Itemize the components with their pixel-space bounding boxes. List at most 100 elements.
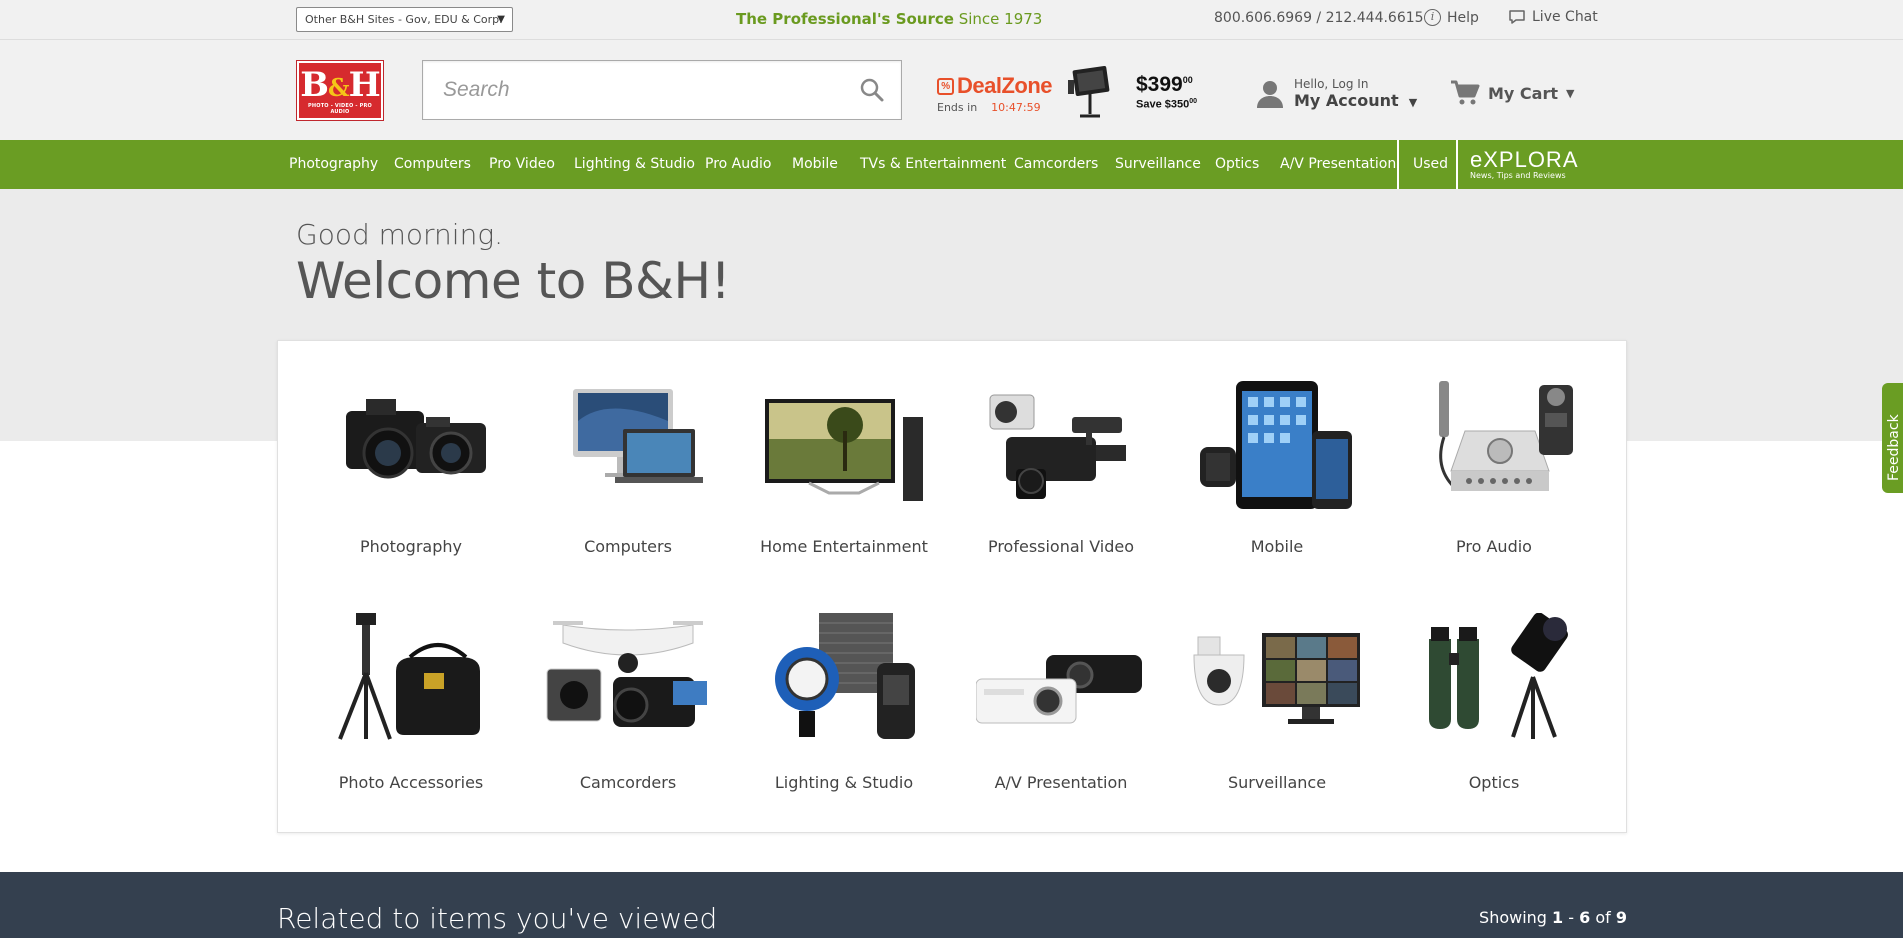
- tag-icon: %: [937, 77, 954, 95]
- category-professional-video[interactable]: Professional Video: [953, 381, 1169, 581]
- nav-pro-video[interactable]: Pro Video: [489, 140, 555, 189]
- tagline: The Professional's Source Since 1973: [736, 10, 1042, 28]
- dealzone-brand: DealZone: [957, 73, 1053, 98]
- deal-price[interactable]: $39900 Save $35000: [1136, 73, 1197, 111]
- studio-light-icon: [775, 613, 915, 739]
- category-pro-audio[interactable]: Pro Audio: [1386, 381, 1602, 581]
- range-end: 6: [1579, 908, 1591, 927]
- deal-savings: Save $35000: [1136, 98, 1197, 111]
- category-home-entertainment[interactable]: Home Entertainment: [736, 381, 952, 581]
- search-icon[interactable]: [859, 77, 885, 103]
- nav-used[interactable]: Used: [1413, 140, 1448, 189]
- dealzone-link[interactable]: % DealZone Ends in 10:47:59: [937, 73, 1053, 114]
- range-of: of: [1590, 908, 1616, 927]
- deal-price-cents: 00: [1182, 75, 1193, 85]
- cart-label: My Cart: [1488, 83, 1558, 103]
- category-photography[interactable]: Photography: [303, 381, 519, 581]
- search-input[interactable]: [423, 61, 843, 119]
- account-label: My Account: [1294, 91, 1399, 110]
- category-surveillance[interactable]: Surveillance: [1169, 613, 1385, 813]
- dealzone-countdown: Ends in 10:47:59: [937, 101, 1052, 114]
- nav-optics[interactable]: Optics: [1215, 140, 1259, 189]
- nav-photography[interactable]: Photography: [289, 140, 378, 189]
- nav-lighting-studio[interactable]: Lighting & Studio: [574, 140, 695, 189]
- drone-camcorder-icon: [546, 621, 707, 727]
- category-computers[interactable]: Computers: [520, 381, 736, 581]
- category-label: Camcorders: [579, 773, 677, 792]
- pro-video-camera-icon: [989, 394, 1126, 499]
- total-count: 9: [1615, 908, 1627, 927]
- computers-icon: [573, 389, 703, 483]
- explora-logo: eXPLORA: [1470, 147, 1579, 172]
- nav-mobile[interactable]: Mobile: [792, 140, 838, 189]
- chat-bubble-icon: [1509, 10, 1525, 24]
- category-label: Home Entertainment: [760, 537, 928, 556]
- category-camcorders[interactable]: Camcorders: [520, 613, 736, 813]
- category-label: A/V Presentation: [994, 773, 1128, 792]
- explora-link[interactable]: eXPLORA News, Tips and Reviews: [1470, 147, 1579, 181]
- account-label-row: My Account ▼: [1294, 91, 1417, 110]
- nav-tvs-entertainment[interactable]: TVs & Entertainment: [860, 140, 1006, 189]
- nav-surveillance[interactable]: Surveillance: [1115, 140, 1201, 189]
- logo-mark: B&H PHOTO - VIDEO - PRO AUDIO: [299, 63, 381, 118]
- dealzone-timer: 10:47:59: [991, 101, 1041, 114]
- search-box: [422, 60, 902, 120]
- nav-av-presentation[interactable]: A/V Presentation: [1280, 140, 1396, 189]
- cart-link[interactable]: My Cart ▼: [1450, 80, 1574, 106]
- category-nav: Photography Computers Pro Video Lighting…: [0, 140, 1903, 189]
- chevron-down-icon: ▼: [497, 14, 505, 25]
- related-title: Related to items you've viewed: [277, 902, 718, 935]
- range-start: 1: [1552, 908, 1564, 927]
- nav-divider: [1456, 140, 1458, 189]
- projector-icon: [976, 655, 1142, 724]
- category-optics[interactable]: Optics: [1386, 613, 1602, 813]
- category-lighting-studio[interactable]: Lighting & Studio: [736, 613, 952, 813]
- explora-subtitle: News, Tips and Reviews: [1470, 171, 1566, 180]
- nav-computers[interactable]: Computers: [394, 140, 471, 189]
- deal-price-value: $399: [1136, 73, 1183, 96]
- tagline-since: Since 1973: [953, 10, 1043, 28]
- chevron-down-icon: ▼: [1566, 86, 1575, 100]
- led-panel-light-icon[interactable]: [1066, 64, 1114, 118]
- audio-interface-icon: [1439, 381, 1573, 491]
- welcome-heading: Welcome to B&H!: [296, 252, 731, 310]
- related-items-section: Related to items you've viewed Showing 1…: [0, 872, 1903, 938]
- category-label: Lighting & Studio: [774, 773, 914, 792]
- dslr-cameras-icon: [346, 399, 486, 479]
- live-chat-label: Live Chat: [1532, 9, 1598, 25]
- feedback-label: Feedback: [1886, 414, 1902, 481]
- account-greeting: Hello, Log In: [1294, 77, 1369, 91]
- category-photo-accessories[interactable]: Photo Accessories: [303, 613, 519, 813]
- category-mobile[interactable]: Mobile: [1169, 381, 1385, 581]
- nav-divider: [1397, 140, 1399, 189]
- category-label: Computers: [584, 537, 672, 556]
- mobile-devices-icon: [1200, 381, 1352, 509]
- category-label: Surveillance: [1227, 773, 1327, 792]
- user-icon: [1257, 80, 1283, 108]
- account-menu[interactable]: Hello, Log In My Account ▼: [1256, 77, 1417, 110]
- live-chat-link[interactable]: Live Chat: [1508, 9, 1598, 25]
- tripod-bag-icon: [338, 613, 480, 740]
- category-label: Photography: [360, 537, 462, 556]
- nav-camcorders[interactable]: Camcorders: [1014, 140, 1098, 189]
- binoculars-telescope-icon: [1429, 613, 1568, 739]
- range-separator: -: [1563, 908, 1580, 927]
- deal-savings-value: Save $350: [1136, 98, 1190, 111]
- greeting: Good morning.: [296, 218, 504, 251]
- other-sites-dropdown[interactable]: Other B&H Sites - Gov, EDU & Corp. ▼: [296, 7, 513, 32]
- info-icon: i: [1424, 9, 1441, 26]
- category-label: Mobile: [1250, 537, 1304, 556]
- feedback-tab[interactable]: Feedback: [1882, 383, 1903, 493]
- tv-icon: [765, 399, 923, 501]
- help-link[interactable]: i Help: [1424, 9, 1479, 26]
- category-label: Photo Accessories: [338, 773, 484, 792]
- bh-logo[interactable]: B&H PHOTO - VIDEO - PRO AUDIO: [296, 60, 384, 121]
- dealzone-logo: % DealZone: [937, 73, 1053, 99]
- deal-savings-cents: 00: [1189, 98, 1198, 105]
- chevron-down-icon: ▼: [1408, 96, 1418, 109]
- help-label: Help: [1447, 9, 1479, 26]
- nav-pro-audio[interactable]: Pro Audio: [705, 140, 771, 189]
- category-grid: Photography Computers Home Entertainment: [277, 340, 1627, 833]
- category-av-presentation[interactable]: A/V Presentation: [953, 613, 1169, 813]
- showing-prefix: Showing: [1479, 908, 1553, 927]
